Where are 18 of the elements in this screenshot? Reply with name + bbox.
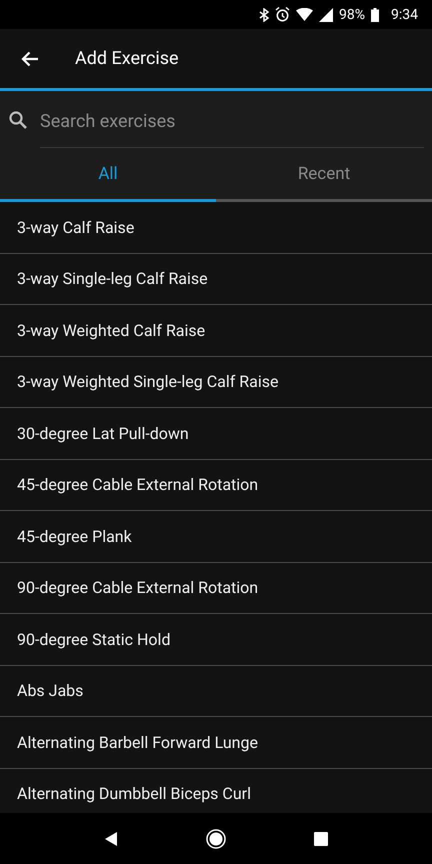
alarm-icon <box>275 7 290 22</box>
exercise-list-item[interactable]: Abs Jabs <box>0 666 432 717</box>
battery-percent: 98% <box>339 6 365 22</box>
signal-icon <box>319 8 333 22</box>
wifi-icon <box>296 8 313 21</box>
battery-icon <box>371 8 379 22</box>
home-nav-icon[interactable] <box>206 828 226 848</box>
bluetooth-icon <box>259 8 269 22</box>
back-arrow-icon <box>21 50 39 66</box>
recents-nav-icon[interactable] <box>314 832 328 846</box>
screen-title: Add Exercise <box>75 48 179 69</box>
exercise-list-item[interactable]: 3-way Weighted Single-leg Calf Raise <box>0 356 432 408</box>
exercise-list-item[interactable]: 45-degree Cable External Rotation <box>0 460 432 511</box>
back-nav-icon[interactable] <box>104 830 118 846</box>
search-icon <box>8 110 28 130</box>
search-field[interactable]: Search exercises <box>40 101 424 148</box>
exercise-list-item[interactable]: 90-degree Cable External Rotation <box>0 562 432 614</box>
clock-time: 9:34 <box>391 6 418 22</box>
